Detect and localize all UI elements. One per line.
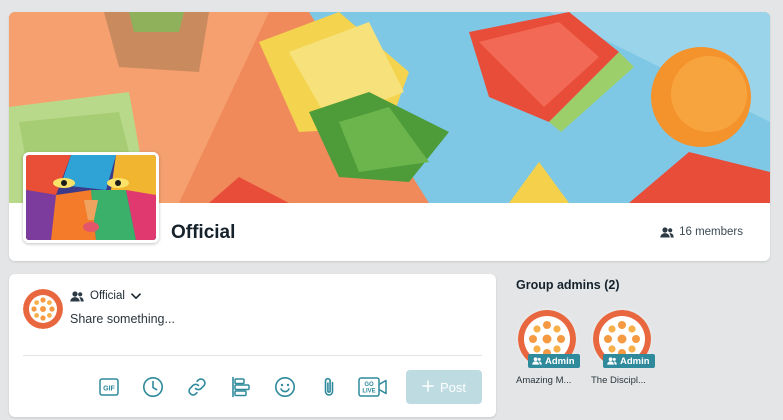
plus-icon <box>422 379 434 395</box>
group-icon <box>70 290 84 302</box>
chevron-down-icon <box>131 292 141 300</box>
composer-toolbar: GIF GO LIVE <box>87 370 395 404</box>
composer-divider <box>23 355 482 356</box>
members-count[interactable]: 16 members <box>660 226 743 238</box>
admin-item[interactable]: Admin Amazing M... <box>516 308 580 386</box>
group-name: Official <box>171 222 236 243</box>
admin-badge-label: Admin <box>620 355 650 367</box>
user-avatar[interactable] <box>23 289 63 329</box>
go-live-icon: GO LIVE <box>358 376 388 398</box>
audience-selector[interactable]: Official <box>70 290 141 302</box>
audience-label: Official <box>90 290 125 302</box>
admin-name: The Discipl... <box>591 375 646 386</box>
go-live-button[interactable]: GO LIVE <box>351 370 395 404</box>
post-composer: Official GIF <box>9 274 496 417</box>
admin-name: Amazing M... <box>516 375 572 386</box>
gif-icon: GIF <box>99 378 119 396</box>
attachment-button[interactable] <box>307 370 351 404</box>
svg-text:GIF: GIF <box>103 386 115 393</box>
admin-item[interactable]: Admin The Discipl... <box>591 308 655 386</box>
admin-badge-label: Admin <box>545 355 575 367</box>
post-input[interactable] <box>70 309 470 329</box>
members-count-label: 16 members <box>679 226 743 238</box>
group-avatar[interactable] <box>23 152 159 243</box>
admin-badge: Admin <box>528 354 580 368</box>
group-icon <box>532 357 542 365</box>
schedule-button[interactable] <box>131 370 175 404</box>
svg-text:GO: GO <box>364 382 374 388</box>
members-icon <box>660 226 674 238</box>
poll-button[interactable] <box>219 370 263 404</box>
emoji-icon <box>274 376 296 398</box>
group-admins-title: Group admins (2) <box>516 278 620 292</box>
group-icon <box>607 357 617 365</box>
poll-icon <box>230 376 252 398</box>
post-button-label: Post <box>439 379 466 395</box>
link-button[interactable] <box>175 370 219 404</box>
link-icon <box>186 376 208 398</box>
emoji-button[interactable] <box>263 370 307 404</box>
admin-badge: Admin <box>603 354 655 368</box>
clock-icon <box>142 376 164 398</box>
gif-button[interactable]: GIF <box>87 370 131 404</box>
svg-text:LIVE: LIVE <box>362 389 375 395</box>
group-header-card: Official 16 members <box>9 12 770 261</box>
post-button[interactable]: Post <box>406 370 482 404</box>
attachment-icon <box>318 376 340 398</box>
